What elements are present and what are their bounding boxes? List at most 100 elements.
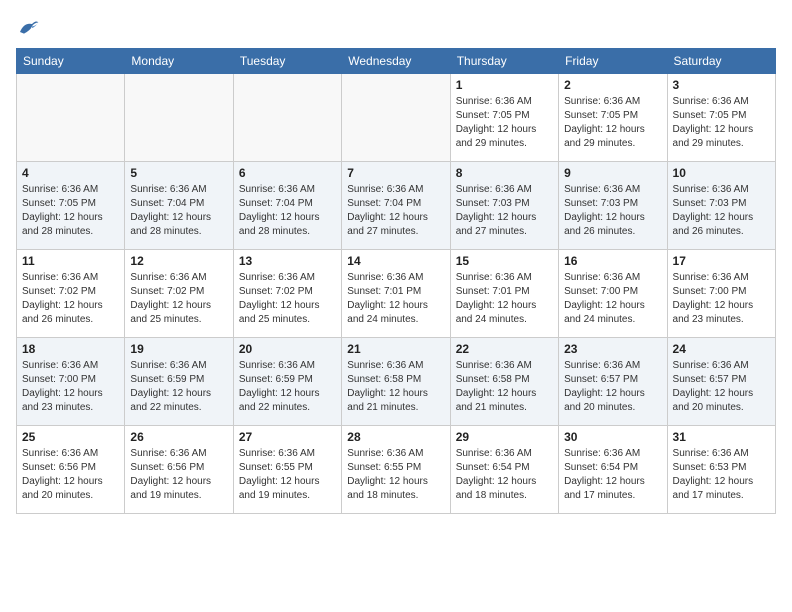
calendar-day: 23 Sunrise: 6:36 AMSunset: 6:57 PMDayligh… (559, 338, 667, 426)
day-number: 15 (456, 254, 553, 268)
calendar-week-row: 18Sunrise: 6:36 AMSunset: 7:00 PMDayligh… (17, 338, 776, 426)
page-header (16, 16, 776, 40)
day-number: 18 (22, 342, 119, 356)
day-info: Sunrise: 6:36 AMSunset: 7:01 PMDaylight:… (347, 271, 444, 327)
calendar-day: 1 Sunrise: 6:36 AMSunset: 7:05 PMDaylight… (450, 74, 558, 162)
calendar-table: SundayMondayTuesdayWednesdayThursdayFrid… (16, 48, 776, 514)
day-number: 23 (564, 342, 661, 356)
day-number: 3 (673, 78, 770, 92)
calendar-day: 28 Sunrise: 6:36 AMSunset: 6:55 PMDayligh… (342, 426, 450, 514)
weekday-header: Wednesday (342, 49, 450, 74)
day-number: 17 (673, 254, 770, 268)
calendar-day: 22 Sunrise: 6:36 AMSunset: 6:58 PMDayligh… (450, 338, 558, 426)
day-info: Sunrise: 6:36 AMSunset: 6:56 PMDaylight:… (22, 447, 119, 503)
calendar-day: 15 Sunrise: 6:36 AMSunset: 7:01 PMDayligh… (450, 250, 558, 338)
calendar-week-row: 1 Sunrise: 6:36 AMSunset: 7:05 PMDaylight… (17, 74, 776, 162)
weekday-header-row: SundayMondayTuesdayWednesdayThursdayFrid… (17, 49, 776, 74)
calendar-day: 6 Sunrise: 6:36 AMSunset: 7:04 PMDaylight… (233, 162, 341, 250)
day-info: Sunrise: 6:36 AMSunset: 6:57 PMDaylight:… (673, 359, 770, 415)
day-number: 13 (239, 254, 336, 268)
day-info: Sunrise: 6:36 AMSunset: 7:00 PMDaylight:… (673, 271, 770, 327)
day-number: 16 (564, 254, 661, 268)
day-info: Sunrise: 6:36 AMSunset: 7:01 PMDaylight:… (456, 271, 553, 327)
day-info: Sunrise: 6:36 AMSunset: 6:53 PMDaylight:… (673, 447, 770, 503)
day-number: 26 (130, 430, 227, 444)
day-number: 24 (673, 342, 770, 356)
calendar-day: 26 Sunrise: 6:36 AMSunset: 6:56 PMDayligh… (125, 426, 233, 514)
day-info: Sunrise: 6:36 AMSunset: 6:56 PMDaylight:… (130, 447, 227, 503)
calendar-day: 12Sunrise: 6:36 AMSunset: 7:02 PMDayligh… (125, 250, 233, 338)
calendar-day: 30 Sunrise: 6:36 AMSunset: 6:54 PMDayligh… (559, 426, 667, 514)
day-number: 4 (22, 166, 119, 180)
day-number: 28 (347, 430, 444, 444)
logo (16, 16, 44, 40)
calendar-day: 18Sunrise: 6:36 AMSunset: 7:00 PMDayligh… (17, 338, 125, 426)
day-info: Sunrise: 6:36 AMSunset: 7:04 PMDaylight:… (239, 183, 336, 239)
day-number: 27 (239, 430, 336, 444)
calendar-week-row: 4 Sunrise: 6:36 AMSunset: 7:05 PMDaylight… (17, 162, 776, 250)
calendar-day: 14 Sunrise: 6:36 AMSunset: 7:01 PMDayligh… (342, 250, 450, 338)
calendar-day: 17 Sunrise: 6:36 AMSunset: 7:00 PMDayligh… (667, 250, 775, 338)
day-info: Sunrise: 6:36 AMSunset: 7:05 PMDaylight:… (22, 183, 119, 239)
calendar-day: 8Sunrise: 6:36 AMSunset: 7:03 PMDaylight… (450, 162, 558, 250)
weekday-header: Monday (125, 49, 233, 74)
day-info: Sunrise: 6:36 AMSunset: 7:03 PMDaylight:… (564, 183, 661, 239)
logo-bird-icon (16, 16, 40, 40)
calendar-week-row: 25 Sunrise: 6:36 AMSunset: 6:56 PMDayligh… (17, 426, 776, 514)
calendar-day (17, 74, 125, 162)
day-info: Sunrise: 6:36 AMSunset: 6:54 PMDaylight:… (456, 447, 553, 503)
day-number: 19 (130, 342, 227, 356)
day-info: Sunrise: 6:36 AMSunset: 7:04 PMDaylight:… (347, 183, 444, 239)
day-info: Sunrise: 6:36 AMSunset: 6:59 PMDaylight:… (130, 359, 227, 415)
calendar-day: 16 Sunrise: 6:36 AMSunset: 7:00 PMDayligh… (559, 250, 667, 338)
calendar-day: 24 Sunrise: 6:36 AMSunset: 6:57 PMDayligh… (667, 338, 775, 426)
day-number: 31 (673, 430, 770, 444)
day-info: Sunrise: 6:36 AMSunset: 7:05 PMDaylight:… (564, 95, 661, 151)
calendar-week-row: 11 Sunrise: 6:36 AMSunset: 7:02 PMDayligh… (17, 250, 776, 338)
day-info: Sunrise: 6:36 AMSunset: 7:02 PMDaylight:… (239, 271, 336, 327)
day-number: 5 (130, 166, 227, 180)
calendar-day: 9 Sunrise: 6:36 AMSunset: 7:03 PMDaylight… (559, 162, 667, 250)
calendar-day: 13 Sunrise: 6:36 AMSunset: 7:02 PMDayligh… (233, 250, 341, 338)
day-info: Sunrise: 6:36 AMSunset: 6:58 PMDaylight:… (456, 359, 553, 415)
day-info: Sunrise: 6:36 AMSunset: 6:57 PMDaylight:… (564, 359, 661, 415)
weekday-header: Thursday (450, 49, 558, 74)
weekday-header: Saturday (667, 49, 775, 74)
weekday-header: Friday (559, 49, 667, 74)
day-info: Sunrise: 6:36 AMSunset: 6:58 PMDaylight:… (347, 359, 444, 415)
day-number: 25 (22, 430, 119, 444)
day-info: Sunrise: 6:36 AMSunset: 6:55 PMDaylight:… (347, 447, 444, 503)
day-number: 6 (239, 166, 336, 180)
day-number: 2 (564, 78, 661, 92)
day-number: 21 (347, 342, 444, 356)
day-number: 22 (456, 342, 553, 356)
calendar-day (233, 74, 341, 162)
day-number: 29 (456, 430, 553, 444)
day-info: Sunrise: 6:36 AMSunset: 6:59 PMDaylight:… (239, 359, 336, 415)
calendar-day: 10Sunrise: 6:36 AMSunset: 7:03 PMDayligh… (667, 162, 775, 250)
calendar-day (342, 74, 450, 162)
day-number: 14 (347, 254, 444, 268)
day-number: 8 (456, 166, 553, 180)
calendar-day: 19 Sunrise: 6:36 AMSunset: 6:59 PMDayligh… (125, 338, 233, 426)
calendar-day: 7 Sunrise: 6:36 AMSunset: 7:04 PMDaylight… (342, 162, 450, 250)
calendar-day: 29 Sunrise: 6:36 AMSunset: 6:54 PMDayligh… (450, 426, 558, 514)
day-info: Sunrise: 6:36 AMSunset: 7:05 PMDaylight:… (456, 95, 553, 151)
day-info: Sunrise: 6:36 AMSunset: 7:02 PMDaylight:… (130, 271, 227, 327)
day-info: Sunrise: 6:36 AMSunset: 7:05 PMDaylight:… (673, 95, 770, 151)
day-info: Sunrise: 6:36 AMSunset: 6:54 PMDaylight:… (564, 447, 661, 503)
calendar-day: 11Sunrise: 6:36 AMSunset: 7:02 PMDayligh… (17, 250, 125, 338)
day-number: 1 (456, 78, 553, 92)
day-number: 9 (564, 166, 661, 180)
day-number: 11 (22, 254, 119, 268)
calendar-day: 31 Sunrise: 6:36 AMSunset: 6:53 PMDayligh… (667, 426, 775, 514)
day-info: Sunrise: 6:36 AMSunset: 7:00 PMDaylight:… (564, 271, 661, 327)
day-info: Sunrise: 6:36 AMSunset: 6:55 PMDaylight:… (239, 447, 336, 503)
calendar-day: 4 Sunrise: 6:36 AMSunset: 7:05 PMDaylight… (17, 162, 125, 250)
day-info: Sunrise: 6:36 AMSunset: 7:04 PMDaylight:… (130, 183, 227, 239)
day-number: 7 (347, 166, 444, 180)
calendar-day (125, 74, 233, 162)
day-number: 30 (564, 430, 661, 444)
day-info: Sunrise: 6:36 AMSunset: 7:03 PMDaylight:… (673, 183, 770, 239)
calendar-day: 21 Sunrise: 6:36 AMSunset: 6:58 PMDayligh… (342, 338, 450, 426)
